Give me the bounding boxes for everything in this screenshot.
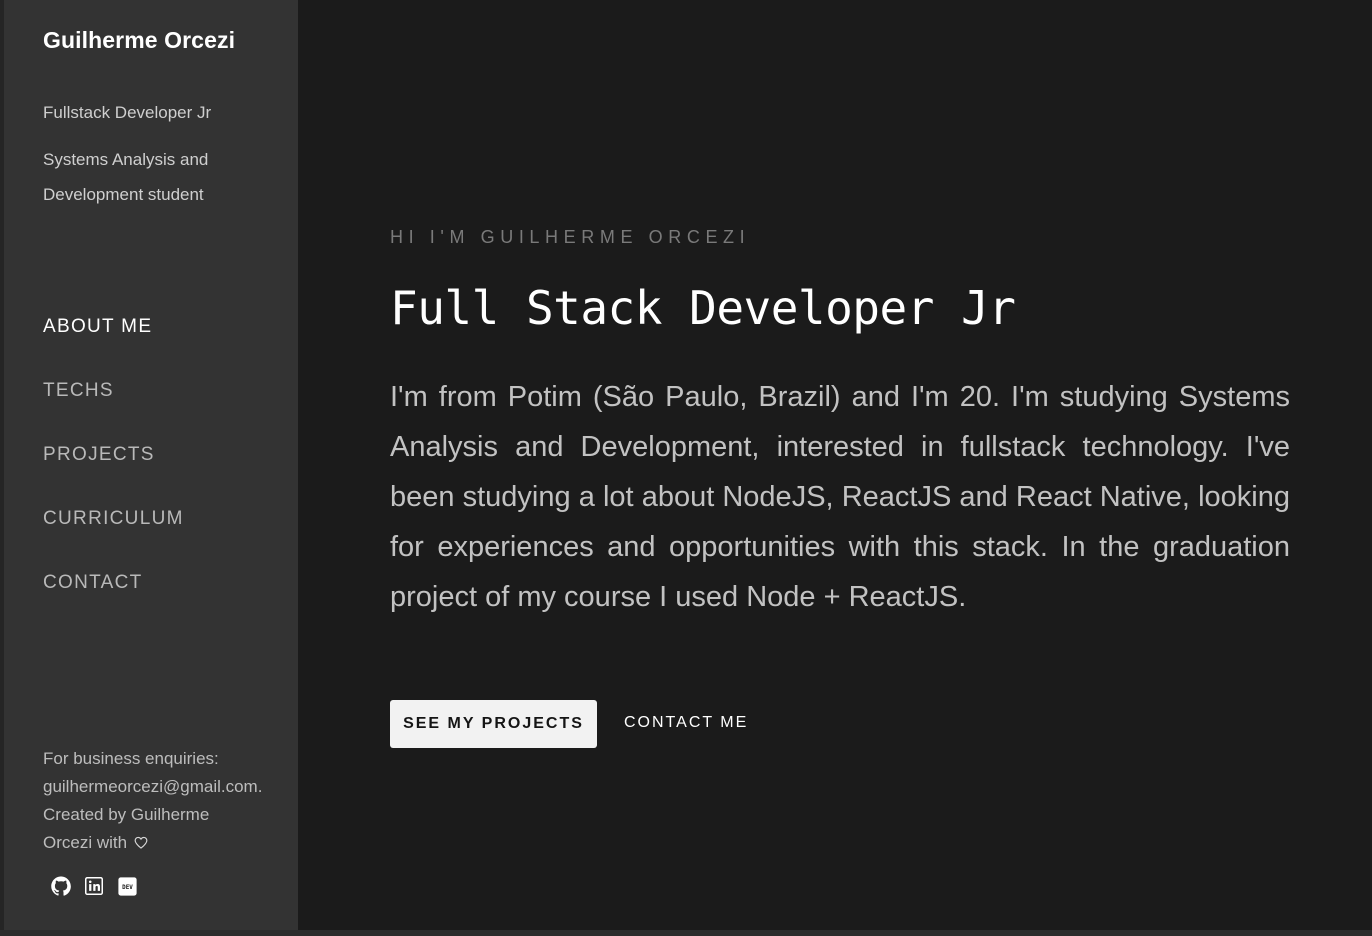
footer-enquiries: For business enquiries:	[43, 749, 219, 768]
brand-name[interactable]: Guilherme Orcezi	[43, 27, 235, 54]
footer-email[interactable]: guilhermeorcezi@gmail.com.	[43, 773, 283, 801]
social-links: DEV	[51, 876, 137, 896]
github-icon[interactable]	[51, 876, 71, 896]
tagline-role: Fullstack Developer Jr	[43, 103, 212, 122]
sidebar: Guilherme Orcezi Fullstack Developer Jr …	[0, 0, 298, 930]
nav-item-techs[interactable]: TECHS	[43, 380, 184, 444]
nav-item-curriculum[interactable]: CURRICULUM	[43, 508, 184, 572]
linkedin-icon[interactable]	[84, 876, 104, 896]
nav-item-projects[interactable]: PROJECTS	[43, 444, 184, 508]
page: Guilherme Orcezi Fullstack Developer Jr …	[0, 0, 1372, 936]
svg-text:DEV: DEV	[122, 884, 133, 891]
footer-credit-text: Orcezi with	[43, 833, 128, 852]
page-title: Full Stack Developer Jr	[390, 281, 1016, 335]
nav-item-contact[interactable]: CONTACT	[43, 572, 184, 636]
bio-paragraph: I'm from Potim (São Paulo, Brazil) and I…	[390, 381, 1290, 613]
bottom-edge	[0, 930, 1372, 936]
heart-icon	[134, 830, 148, 858]
footer-credit: Created by Guilherme	[43, 805, 210, 824]
intro-eyebrow: HI I'M GUILHERME ORCEZI	[390, 227, 751, 247]
contact-me-button[interactable]: CONTACT ME	[624, 700, 748, 748]
see-projects-button[interactable]: SEE MY PROJECTS	[390, 700, 597, 748]
dev-icon[interactable]: DEV	[117, 876, 137, 896]
sidebar-nav: ABOUT ME TECHS PROJECTS CURRICULUM CONTA…	[43, 316, 184, 636]
tagline-study: Systems Analysis and Development student	[43, 150, 209, 204]
sidebar-footer: For business enquiries: guilhermeorcezi@…	[43, 745, 283, 858]
nav-item-about-me[interactable]: ABOUT ME	[43, 316, 184, 380]
footer-credit-cont: Orcezi with	[43, 829, 283, 858]
